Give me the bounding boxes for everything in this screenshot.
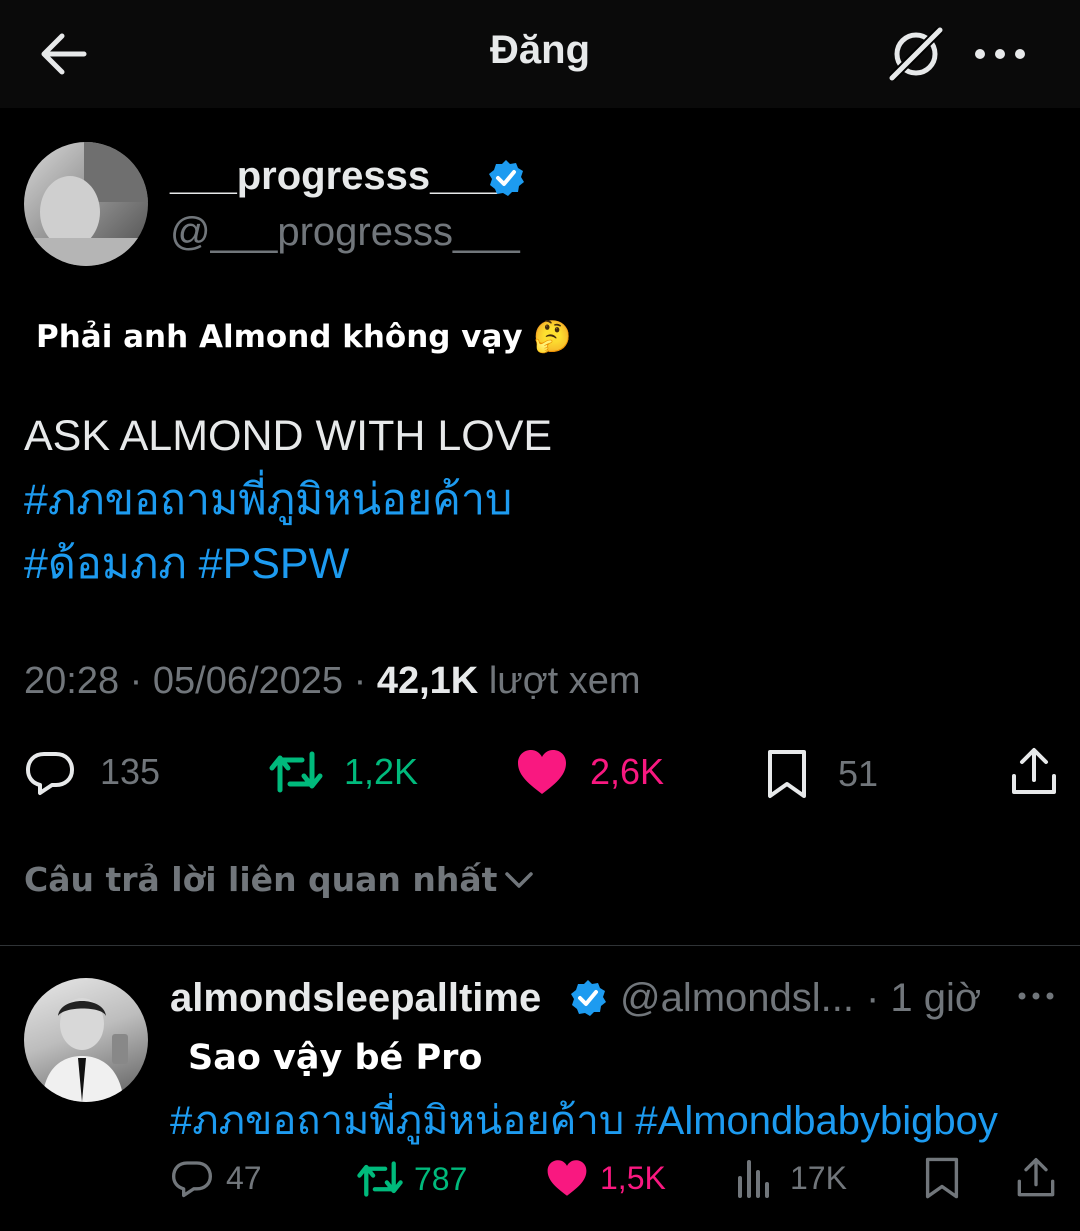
reply-like-button[interactable]: 1,5K [546,1158,666,1198]
reply-views-count: 17K [790,1159,847,1196]
bookmark-icon [768,750,806,798]
reply-author-avatar[interactable] [24,978,148,1102]
reply-bookmark-button[interactable] [924,1156,960,1200]
grok-icon[interactable] [886,24,946,84]
author-avatar[interactable] [24,142,148,266]
like-button[interactable]: 2,6K [516,748,664,796]
post-time[interactable]: 20:28 [24,660,119,702]
views-count: 42,1K [376,660,479,702]
reply-body: #ภภขอถามพี่ภูมิหน่อยค้าบ #Almondbabybigb… [170,1088,998,1152]
share-button[interactable] [1010,746,1058,798]
overlay-caption: Phải anh Almond không vạy 🤔 [36,319,573,355]
replies-sort-dropdown[interactable]: Câu trả lời liên quan nhất [24,860,535,899]
reply-icon [172,1161,212,1198]
views-label: lượt xem [488,660,641,702]
hashtag-link[interactable]: #ภภขอถามพี่ภูมิหน่อยค้าบ [170,1099,624,1143]
reply-repost-button[interactable]: 787 [356,1158,467,1200]
share-icon [1012,748,1056,794]
author-handle[interactable]: @___progresss___ [170,210,520,255]
reply-icon [26,752,74,795]
post-meta: 20:28 · 05/06/2025 · 42,1K lượt xem [24,660,641,702]
views-chart-icon [738,1160,769,1198]
reply-overlay-caption: Sao vậy bé Pro [188,1038,483,1078]
repost-icon [357,1161,403,1197]
reply-button[interactable]: 135 [24,748,160,796]
post-body: ASK ALMOND WITH LOVE #ภภขอถามพี่ภูมิหน่อ… [24,404,552,596]
post-text-line: ASK ALMOND WITH LOVE [24,412,553,460]
hashtag-link[interactable]: #ด้อมภภ [24,540,187,588]
reply-author-handle[interactable]: @almondsl... [620,976,854,1021]
hashtag-link[interactable]: #Almondbabybigboy [635,1099,997,1143]
hashtag-link[interactable]: #PSPW [199,540,350,588]
bookmark-count: 51 [838,753,879,794]
repost-icon [269,751,323,793]
reply-like-count: 1,5K [600,1159,666,1196]
repost-button[interactable]: 1,2K [268,748,418,796]
chevron-down-icon [505,871,534,888]
reply-count: 135 [100,751,161,792]
replies-sort-label: Câu trả lời liên quan nhất [24,860,498,899]
heart-icon [518,750,566,794]
hashtag-link[interactable]: #ภภขอถามพี่ภูมิหน่อยค้าบ [24,476,512,524]
reply-repost-count: 787 [414,1160,468,1197]
reply-time[interactable]: · 1 giờ [866,976,981,1021]
heart-icon [547,1160,587,1196]
reply-reply-button[interactable]: 47 [170,1158,262,1198]
bookmark-icon [925,1157,959,1199]
reply-more-options-icon[interactable] [1016,986,1056,1006]
bookmark-button[interactable]: 51 [766,748,878,800]
more-options-icon[interactable] [972,28,1032,80]
reply-reply-count: 47 [226,1159,262,1196]
verified-badge-icon [489,160,524,196]
top-bar: Đăng [0,0,1080,108]
share-icon [1017,1157,1055,1197]
reply-views-button[interactable]: 17K [736,1158,847,1198]
repost-count: 1,2K [344,751,419,792]
post-date[interactable]: 05/06/2025 [153,660,343,702]
reply-share-button[interactable] [1016,1156,1056,1200]
reply-author-display-name[interactable]: almondsleepalltime [170,976,541,1021]
author-display-name[interactable]: ___progresss___ [170,154,497,199]
like-count: 2,6K [590,751,665,792]
divider [0,945,1080,946]
verified-badge-icon [571,980,606,1016]
